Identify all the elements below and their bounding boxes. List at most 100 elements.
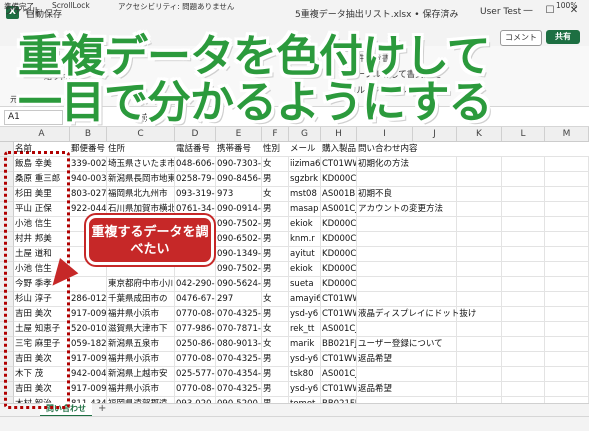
table-cell[interactable] [357,217,413,232]
table-cell[interactable]: 女 [262,157,289,172]
table-cell[interactable]: KD000CLJI [321,232,357,247]
table-cell[interactable]: 男 [262,232,289,247]
table-cell[interactable]: 093-319-0 [175,187,216,202]
add-sheet-button[interactable]: + [98,403,106,415]
table-cell[interactable]: 0770-08-0 [175,382,216,397]
table-cell[interactable] [545,382,589,397]
table-cell[interactable]: KD000CLJI [321,172,357,187]
table-cell[interactable]: 803-0276 [70,187,107,202]
table-cell[interactable]: 917-0093 [70,352,107,367]
table-cell[interactable] [457,247,502,262]
table-cell[interactable]: 070-7871-4 [216,322,262,337]
share-button[interactable]: 共有 [546,30,580,44]
header-cell[interactable]: 携帯番号 [216,142,262,157]
table-cell[interactable]: 男 [262,262,289,277]
table-cell[interactable]: 286-0126 [70,292,107,307]
table-cell[interactable]: 男 [262,352,289,367]
table-cell[interactable] [457,202,502,217]
table-cell[interactable] [502,382,545,397]
header-cell[interactable] [413,142,457,157]
table-cell[interactable] [457,157,502,172]
table-cell[interactable] [545,292,589,307]
table-cell[interactable] [357,232,413,247]
table-cell[interactable] [502,367,545,382]
table-cell[interactable] [457,187,502,202]
table-cell[interactable]: アカウントの変更方法 [357,202,443,217]
table-cell[interactable] [457,337,502,352]
table-cell[interactable] [357,292,413,307]
table-cell[interactable]: 0476-67-6 [175,292,216,307]
table-cell[interactable] [457,367,502,382]
table-cell[interactable] [545,277,589,292]
table-cell[interactable]: 男 [262,382,289,397]
table-cell[interactable]: 千葉県成田市の [107,292,175,307]
table-cell[interactable]: KD000CLJI [321,217,357,232]
table-cell[interactable] [457,382,502,397]
table-cell[interactable]: 070-4354-1 [216,367,262,382]
table-cell[interactable]: 0250-86-5 [175,337,216,352]
table-cell[interactable]: 福井県小浜市 [107,382,175,397]
table-cell[interactable]: 339-0024 [70,157,107,172]
table-cell[interactable]: 液晶ディスプレイにドット抜け [357,307,476,322]
column-header-l[interactable]: L [502,127,545,141]
table-cell[interactable]: AS001BHH [321,187,357,202]
table-cell[interactable]: iizima6 [289,157,321,172]
header-cell[interactable]: 問い合わせ内容 [357,142,418,157]
table-cell[interactable] [70,277,107,292]
table-cell[interactable] [502,202,545,217]
table-cell[interactable] [502,277,545,292]
table-cell[interactable]: 090-7303-3 [216,157,262,172]
table-cell[interactable]: ユーザー登録について [357,337,443,352]
table-cell[interactable]: ysd-y6 [289,382,321,397]
table-cell[interactable]: 初期化の方法 [357,157,413,172]
table-cell[interactable]: 新潟県長岡市地東 [107,172,175,187]
table-cell[interactable]: 滋賀県大津市下 [107,322,175,337]
table-cell[interactable]: AS001CJP [321,367,357,382]
table-cell[interactable]: ayitut [289,247,321,262]
table-cell[interactable]: KD000CLJI [321,247,357,262]
table-cell[interactable] [457,322,502,337]
table-cell[interactable]: 042-290-9 [175,277,216,292]
table-cell[interactable]: 297 [216,292,262,307]
table-cell[interactable] [545,337,589,352]
table-cell[interactable] [413,172,457,187]
table-cell[interactable] [413,217,457,232]
table-cell[interactable]: 福岡県北九州市 [107,187,175,202]
table-cell[interactable]: 男 [262,217,289,232]
table-cell[interactable] [502,247,545,262]
table-cell[interactable] [502,187,545,202]
table-cell[interactable]: CT01WWJPP [321,292,357,307]
table-cell[interactable] [413,247,457,262]
table-cell[interactable]: 新潟県上越市安 [107,367,175,382]
header-cell[interactable]: 購入製品 [321,142,357,157]
table-cell[interactable]: 090-7502-9 [216,217,262,232]
table-cell[interactable] [357,172,413,187]
minimize-button[interactable]: — [520,3,536,19]
table-cell[interactable]: knm.r [289,232,321,247]
table-cell[interactable] [457,352,502,367]
table-cell[interactable]: 女 [262,292,289,307]
table-cell[interactable] [502,352,545,367]
table-cell[interactable] [502,322,545,337]
table-cell[interactable]: 男 [262,247,289,262]
table-cell[interactable]: BB021FJP [321,337,357,352]
table-cell[interactable]: ekiok [289,262,321,277]
table-cell[interactable]: CT01WWJPP [321,307,357,322]
table-cell[interactable] [502,172,545,187]
table-cell[interactable] [545,262,589,277]
header-cell[interactable]: 名前 [14,142,70,157]
table-cell[interactable] [545,247,589,262]
table-cell[interactable]: 返品希望 [357,382,413,397]
table-cell[interactable]: 新潟県五泉市 [107,337,175,352]
table-cell[interactable]: 初期不良 [357,187,413,202]
table-cell[interactable]: KD000CLJI [321,277,357,292]
table-cell[interactable]: 070-4325-3 [216,382,262,397]
table-cell[interactable] [413,352,457,367]
table-cell[interactable]: 男 [262,367,289,382]
table-cell[interactable] [545,322,589,337]
table-cell[interactable]: 女 [262,322,289,337]
table-cell[interactable] [502,232,545,247]
table-cell[interactable]: rek_tt [289,322,321,337]
table-cell[interactable] [413,232,457,247]
table-cell[interactable] [545,202,589,217]
